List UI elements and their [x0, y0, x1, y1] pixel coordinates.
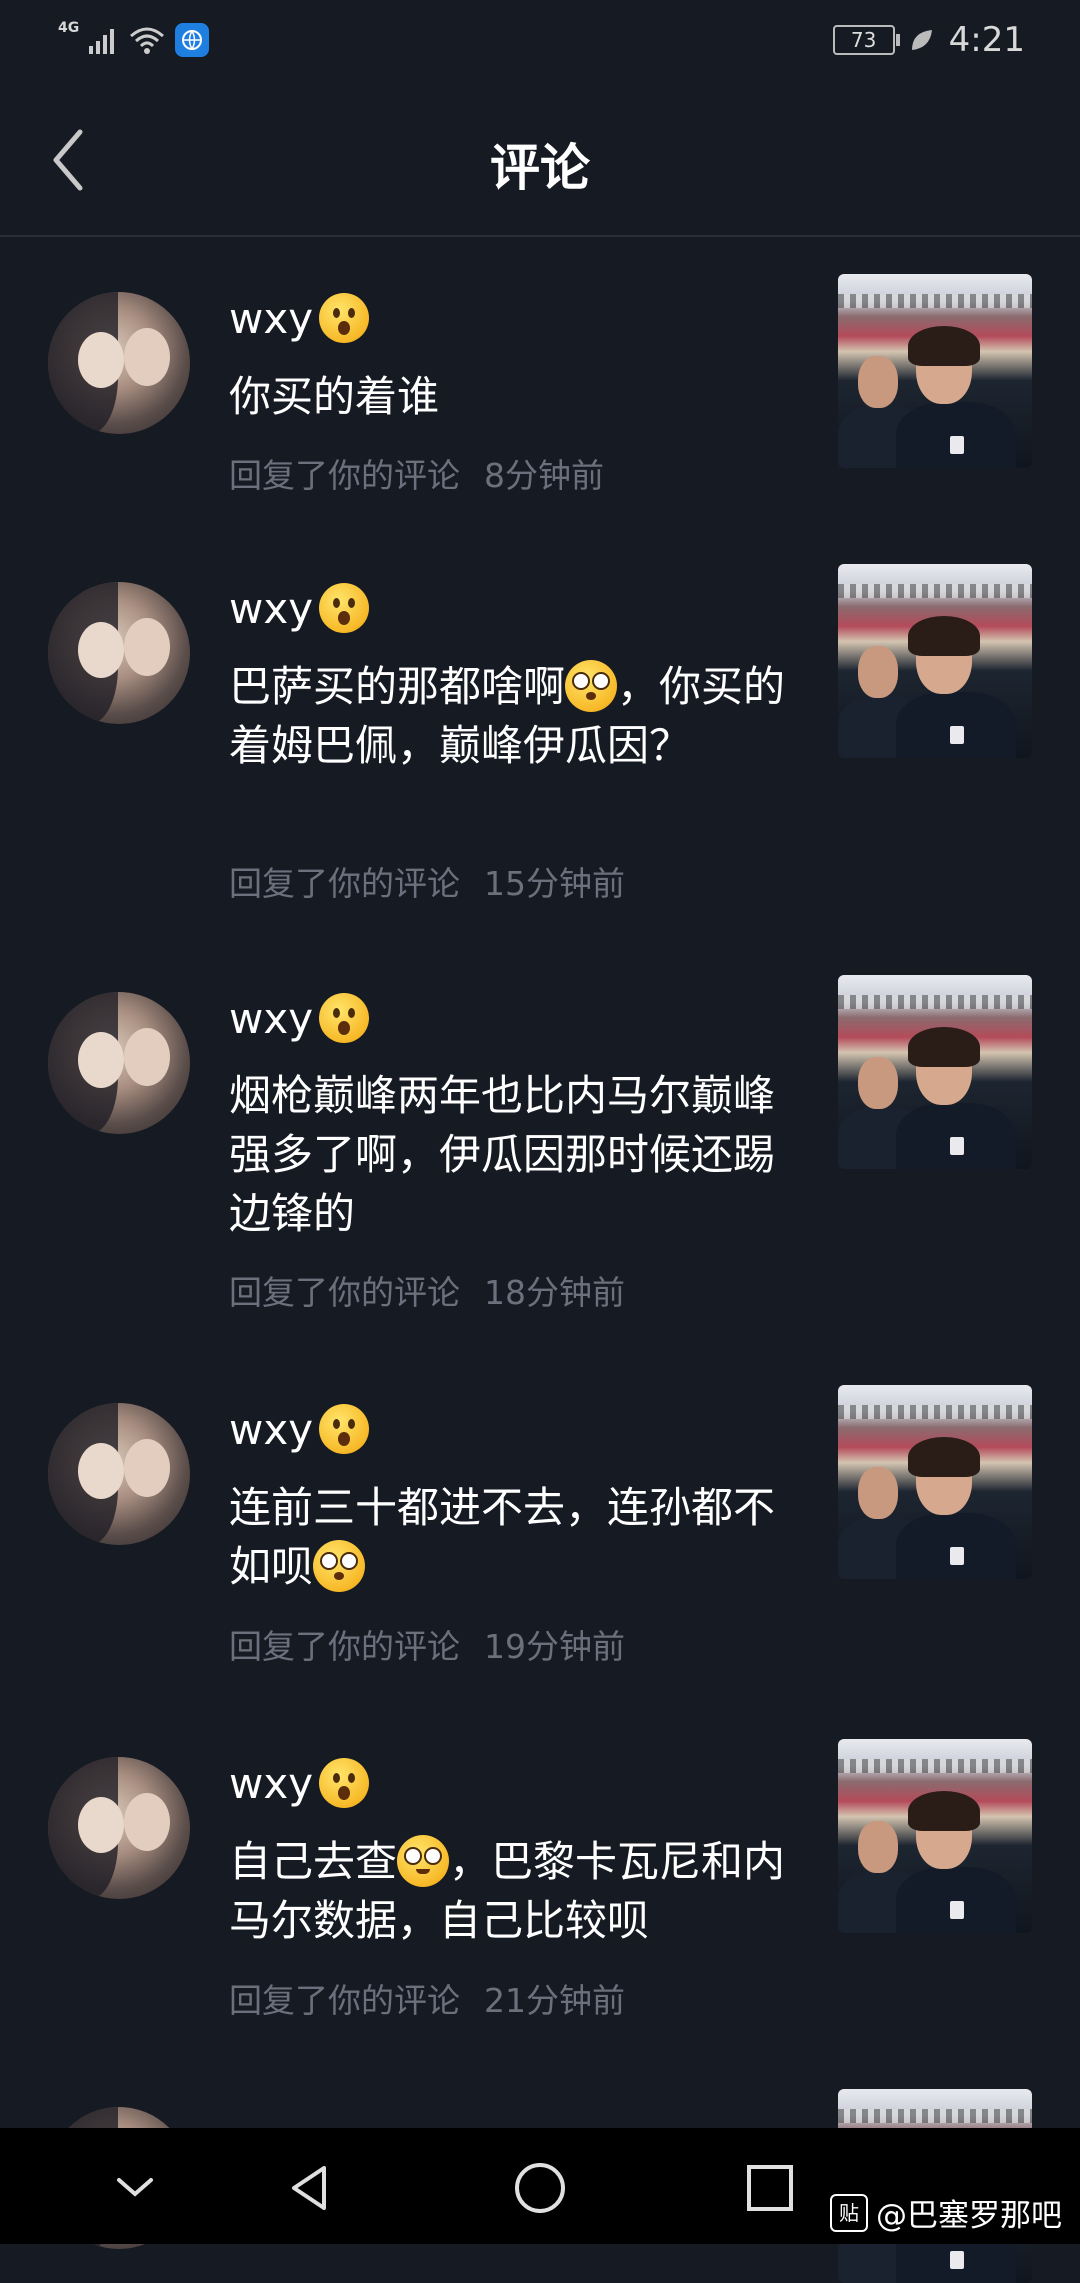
- browser-app-icon: [175, 23, 210, 57]
- nav-back-button[interactable]: [280, 2158, 340, 2218]
- post-thumbnail[interactable]: [838, 1739, 1032, 1933]
- comment-time: 18分钟前: [484, 1273, 625, 1312]
- nav-home-button[interactable]: [510, 2158, 570, 2218]
- network-type: 4G: [58, 20, 80, 36]
- dizzy-face-icon: [313, 1539, 366, 1592]
- header-bar: 评论: [0, 80, 1080, 237]
- comment-text-part: 自己去查: [229, 1837, 398, 1886]
- status-time: 4:21: [948, 20, 1025, 60]
- surprised-face-icon: [319, 1404, 370, 1454]
- avatar[interactable]: [48, 582, 190, 724]
- comment-text: 自己去查 ，巴黎卡瓦尼和内马尔数据，自己比较呗: [229, 1832, 789, 1950]
- username[interactable]: wxy: [229, 293, 370, 343]
- comment-text-part: 巴萨买的那都啥啊: [229, 662, 566, 711]
- tieba-icon: 贴: [830, 2193, 868, 2232]
- signal-icon: [89, 29, 115, 54]
- dizzy-face-icon: [565, 659, 618, 712]
- comment-text: 你买的着谁: [229, 372, 440, 421]
- username-text: wxy: [229, 583, 314, 633]
- watermark-text: @巴塞罗那吧: [876, 2198, 1062, 2234]
- status-left: 4G: [58, 20, 210, 57]
- leaf-icon: [911, 30, 932, 50]
- comment-text: 烟枪巅峰两年也比内马尔巅峰强多了啊，伊瓜因那时候还踢边锋的: [229, 1071, 776, 1238]
- username[interactable]: wxy: [229, 1758, 370, 1808]
- username[interactable]: wxy: [229, 583, 370, 633]
- status-bar: 4G 73 4:21: [0, 0, 1080, 80]
- square-recents-icon: [747, 2165, 793, 2211]
- comment-meta: 回复了你的评论 8分钟前: [229, 449, 604, 497]
- avatar[interactable]: [48, 1403, 190, 1545]
- comment-action: 回复了你的评论: [229, 456, 460, 495]
- username-text: wxy: [229, 1404, 314, 1454]
- comment-meta: 回复了你的评论 18分钟前: [229, 1266, 625, 1314]
- watermark: 贴 @巴塞罗那吧: [830, 2190, 1062, 2235]
- triangle-back-icon: [292, 2166, 326, 2210]
- username-text: wxy: [229, 1758, 314, 1808]
- comment-action: 回复了你的评论: [229, 1981, 460, 2020]
- avatar[interactable]: [48, 292, 190, 434]
- avatar[interactable]: [48, 1757, 190, 1899]
- comment-time: 8分钟前: [484, 456, 604, 495]
- surprised-face-icon: [319, 293, 370, 343]
- flushed-face-icon: [397, 1834, 450, 1887]
- page-title: 评论: [490, 139, 590, 197]
- comment-action: 回复了你的评论: [229, 864, 460, 903]
- chevron-down-icon: [117, 2178, 153, 2197]
- comment-time: 15分钟前: [484, 864, 625, 903]
- surprised-face-icon: [319, 993, 370, 1043]
- avatar[interactable]: [48, 992, 190, 1134]
- username[interactable]: wxy: [229, 1404, 370, 1454]
- comment-meta: 回复了你的评论 15分钟前: [229, 857, 625, 905]
- comment-meta: 回复了你的评论 21分钟前: [229, 1974, 625, 2022]
- wifi-icon: [130, 27, 165, 54]
- surprised-face-icon: [319, 583, 370, 633]
- comment-text: 连前三十都进不去，连孙都不如呗: [229, 1478, 789, 1596]
- comment-time: 19分钟前: [484, 1627, 625, 1666]
- circle-home-icon: [515, 2163, 565, 2213]
- comment-action: 回复了你的评论: [229, 1273, 460, 1312]
- nav-collapse-button[interactable]: [105, 2158, 165, 2218]
- surprised-face-icon: [319, 1758, 370, 1808]
- comment-action: 回复了你的评论: [229, 1627, 460, 1666]
- post-thumbnail[interactable]: [838, 1385, 1032, 1579]
- battery-icon: 73: [832, 25, 900, 55]
- comment-meta: 回复了你的评论 19分钟前: [229, 1620, 625, 1668]
- status-right: 73 4:21: [832, 20, 1025, 60]
- comment-text: 巴萨买的那都啥啊 ，你买的着姆巴佩，巅峰伊瓜因？: [229, 657, 789, 775]
- username-text: wxy: [229, 993, 314, 1043]
- post-thumbnail[interactable]: [838, 975, 1032, 1169]
- username-text: wxy: [229, 293, 314, 343]
- post-thumbnail[interactable]: [838, 564, 1032, 758]
- nav-recents-button[interactable]: [740, 2158, 800, 2218]
- username[interactable]: wxy: [229, 993, 370, 1043]
- comment-time: 21分钟前: [484, 1981, 625, 2020]
- comment-text-part: 连前三十都进不去，连孙都不如呗: [229, 1483, 776, 1591]
- post-thumbnail[interactable]: [838, 274, 1032, 468]
